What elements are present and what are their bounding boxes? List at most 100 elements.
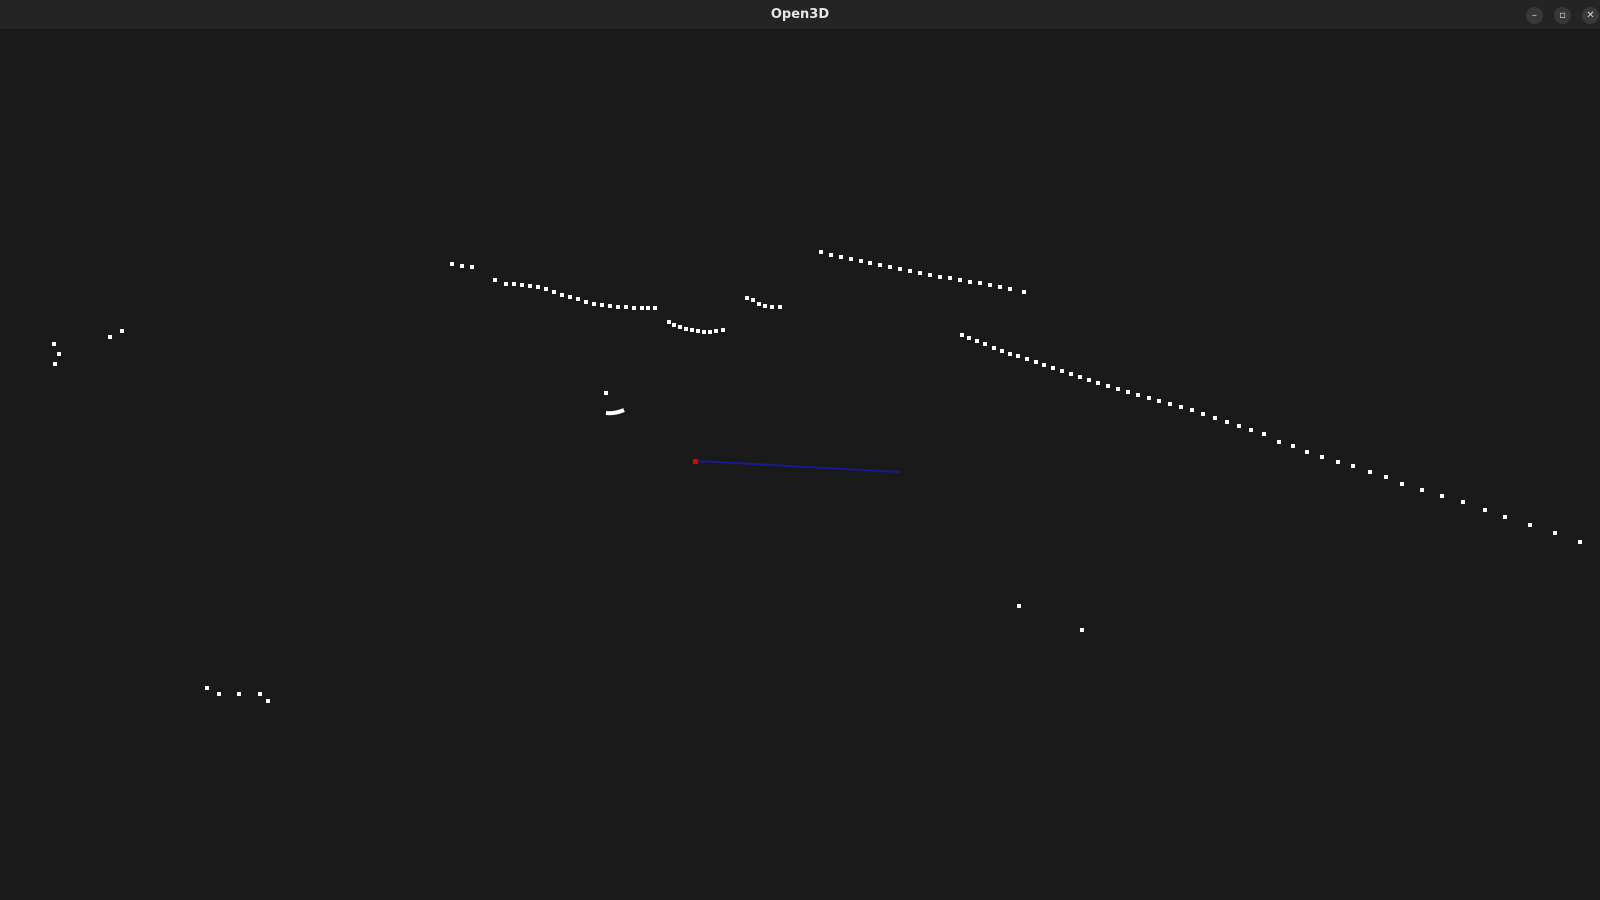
point xyxy=(960,333,964,337)
open3d-window: Open3D – ▫ ✕ xyxy=(0,0,1600,900)
point xyxy=(967,336,971,340)
point xyxy=(918,271,922,275)
point xyxy=(1190,408,1194,412)
maximize-icon: ▫ xyxy=(1559,10,1566,21)
point xyxy=(849,257,853,261)
title-bar[interactable]: Open3D – ▫ ✕ xyxy=(0,0,1600,30)
point xyxy=(552,290,556,294)
point xyxy=(1237,424,1241,428)
point xyxy=(1060,369,1064,373)
point xyxy=(721,328,725,332)
minimize-button[interactable]: – xyxy=(1526,7,1543,24)
point xyxy=(258,692,262,696)
point xyxy=(1400,482,1404,486)
point xyxy=(528,284,532,288)
point xyxy=(646,306,650,310)
point xyxy=(1008,352,1012,356)
point xyxy=(1461,500,1465,504)
point xyxy=(1106,384,1110,388)
point xyxy=(908,269,912,273)
point xyxy=(52,342,56,346)
3d-viewport[interactable] xyxy=(0,30,1600,900)
close-button[interactable]: ✕ xyxy=(1582,7,1599,24)
point xyxy=(678,325,682,329)
point xyxy=(1025,357,1029,361)
point xyxy=(1136,393,1140,397)
point xyxy=(470,265,474,269)
origin-marker xyxy=(693,459,698,464)
point xyxy=(1080,628,1084,632)
point xyxy=(1042,363,1046,367)
point xyxy=(1034,360,1038,364)
maximize-button[interactable]: ▫ xyxy=(1554,7,1571,24)
point xyxy=(1126,390,1130,394)
point xyxy=(1087,378,1091,382)
point xyxy=(898,267,902,271)
point xyxy=(1016,354,1020,358)
point xyxy=(53,362,57,366)
axis-line xyxy=(697,460,901,473)
point xyxy=(1249,428,1253,432)
point xyxy=(1384,475,1388,479)
point xyxy=(958,278,962,282)
point xyxy=(672,323,676,327)
point xyxy=(745,296,749,300)
point xyxy=(604,391,608,395)
point xyxy=(217,692,221,696)
point xyxy=(757,302,761,306)
point xyxy=(1179,405,1183,409)
point xyxy=(608,304,612,308)
point xyxy=(667,320,671,324)
point xyxy=(1368,470,1372,474)
point xyxy=(493,278,497,282)
point xyxy=(576,297,580,301)
point xyxy=(859,259,863,263)
point xyxy=(763,304,767,308)
point xyxy=(1262,432,1266,436)
point xyxy=(1320,455,1324,459)
point xyxy=(1096,381,1100,385)
point xyxy=(584,300,588,304)
point xyxy=(975,339,979,343)
point xyxy=(237,692,241,696)
point xyxy=(983,342,987,346)
point xyxy=(868,261,872,265)
point xyxy=(1440,494,1444,498)
point xyxy=(266,699,270,703)
point xyxy=(1157,399,1161,403)
point xyxy=(1201,412,1205,416)
point xyxy=(1147,396,1151,400)
point xyxy=(992,346,996,350)
close-icon: ✕ xyxy=(1586,10,1595,21)
point xyxy=(888,265,892,269)
point xyxy=(1000,349,1004,353)
window-title: Open3D xyxy=(770,7,830,22)
point xyxy=(1528,523,1532,527)
point xyxy=(1420,488,1424,492)
point xyxy=(998,285,1002,289)
point xyxy=(968,280,972,284)
point xyxy=(616,305,620,309)
point xyxy=(632,306,636,310)
point xyxy=(520,283,524,287)
point xyxy=(684,327,688,331)
point-cluster xyxy=(605,408,625,416)
point xyxy=(778,305,782,309)
point xyxy=(504,282,508,286)
point xyxy=(600,303,604,307)
point xyxy=(1069,372,1073,376)
point xyxy=(714,329,718,333)
point xyxy=(708,330,712,334)
point xyxy=(1168,402,1172,406)
point xyxy=(1553,531,1557,535)
point xyxy=(751,298,755,302)
point xyxy=(512,282,516,286)
point xyxy=(624,305,628,309)
point xyxy=(928,273,932,277)
point xyxy=(1277,440,1281,444)
point xyxy=(988,283,992,287)
point xyxy=(536,285,540,289)
point xyxy=(108,335,112,339)
point xyxy=(450,262,454,266)
point xyxy=(568,295,572,299)
